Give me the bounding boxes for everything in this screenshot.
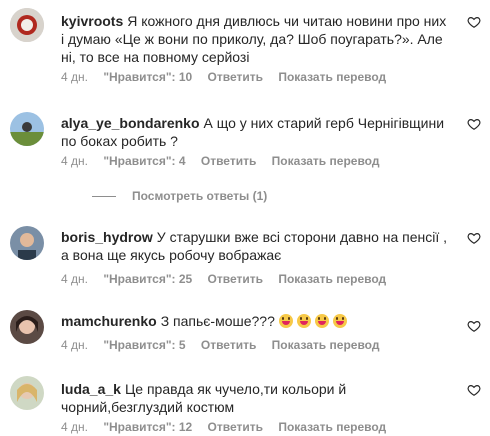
translate-button[interactable]: Показать перевод xyxy=(278,420,386,434)
username[interactable]: mamchurenko xyxy=(61,313,157,329)
comment-age: 4 дн. xyxy=(61,338,88,352)
likes-count[interactable]: "Нравится": 4 xyxy=(103,154,185,168)
likes-count[interactable]: "Нравится": 10 xyxy=(103,70,192,84)
avatar[interactable] xyxy=(10,112,44,146)
comment-age: 4 дн. xyxy=(61,272,88,286)
comment-text-block: mamchurenko З папьє-моше??? xyxy=(61,312,451,330)
avatar-icon xyxy=(10,8,44,42)
comment-meta: 4 дн. "Нравится": 10 Ответить Показать п… xyxy=(61,69,398,85)
avatar-icon xyxy=(10,112,44,146)
comment-text-block: kyivroots Я кожного дня дивлюсь чи читаю … xyxy=(61,12,451,66)
avatar[interactable] xyxy=(10,376,44,410)
heart-icon[interactable] xyxy=(467,15,481,29)
comment-text-block: boris_hydrow У старушки вже всі сторони д… xyxy=(61,228,451,264)
likes-count[interactable]: "Нравится": 5 xyxy=(103,338,185,352)
comment-meta: 4 дн. "Нравится": 4 Ответить Показать пе… xyxy=(61,153,391,169)
heart-icon[interactable] xyxy=(467,383,481,397)
comment-text-block: alya_ye_bondarenko А що у них старий герб… xyxy=(61,114,451,150)
avatar-icon xyxy=(10,376,44,410)
comment-meta: 4 дн. "Нравится": 12 Ответить Показать п… xyxy=(61,419,398,435)
username[interactable]: boris_hydrow xyxy=(61,229,153,245)
view-replies-button[interactable]: Посмотреть ответы (1) xyxy=(92,188,267,204)
comment-meta: 4 дн. "Нравится": 25 Ответить Показать п… xyxy=(61,271,398,287)
username[interactable]: alya_ye_bondarenko xyxy=(61,115,200,131)
avatar[interactable] xyxy=(10,226,44,260)
username[interactable]: luda_a_k xyxy=(61,381,121,397)
replies-divider xyxy=(92,196,116,198)
comment-text: З папьє-моше??? xyxy=(160,313,275,329)
view-replies-label[interactable]: Посмотреть ответы (1) xyxy=(132,189,267,203)
avatar[interactable] xyxy=(10,8,44,42)
likes-count[interactable]: "Нравится": 12 xyxy=(103,420,192,434)
reply-button[interactable]: Ответить xyxy=(208,420,263,434)
comment-age: 4 дн. xyxy=(61,154,88,168)
likes-count[interactable]: "Нравится": 25 xyxy=(103,272,192,286)
avatar[interactable] xyxy=(10,310,44,344)
comment-meta: 4 дн. "Нравится": 5 Ответить Показать пе… xyxy=(61,337,391,353)
grinning-emoji-icon xyxy=(296,314,311,328)
translate-button[interactable]: Показать перевод xyxy=(272,154,380,168)
comment-age: 4 дн. xyxy=(61,70,88,84)
reply-button[interactable]: Ответить xyxy=(201,154,256,168)
username[interactable]: kyivroots xyxy=(61,13,123,29)
grinning-emoji-icon xyxy=(278,314,293,328)
reply-button[interactable]: Ответить xyxy=(208,272,263,286)
reply-button[interactable]: Ответить xyxy=(201,338,256,352)
grinning-emoji-icon xyxy=(332,314,347,328)
translate-button[interactable]: Показать перевод xyxy=(278,272,386,286)
comment-text-block: luda_a_k Це правда як чучело,ти кольори й… xyxy=(61,380,451,416)
heart-icon[interactable] xyxy=(467,319,481,333)
translate-button[interactable]: Показать перевод xyxy=(272,338,380,352)
avatar-icon xyxy=(10,310,44,344)
heart-icon[interactable] xyxy=(467,231,481,245)
comment-age: 4 дн. xyxy=(61,420,88,434)
grinning-emoji-icon xyxy=(314,314,329,328)
avatar-icon xyxy=(10,226,44,260)
heart-icon[interactable] xyxy=(467,117,481,131)
reply-button[interactable]: Ответить xyxy=(208,70,263,84)
translate-button[interactable]: Показать перевод xyxy=(278,70,386,84)
